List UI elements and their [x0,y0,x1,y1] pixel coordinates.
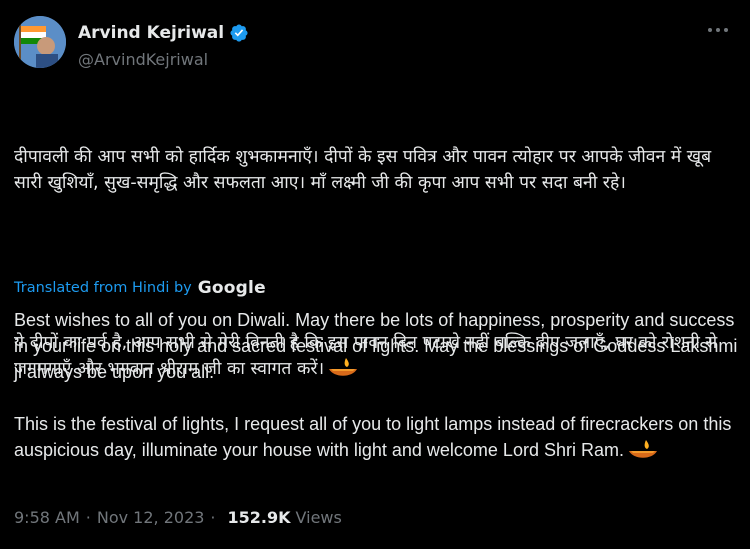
verified-badge-icon [230,24,248,42]
translated-paragraph-2-text: This is the festival of lights, I reques… [14,414,732,460]
tweet-header: Arvind Kejriwal @ArvindKejriwal [14,16,736,76]
author-display-name[interactable]: Arvind Kejriwal [78,23,224,43]
meta-separator: · [210,508,216,527]
author-handle[interactable]: @ArvindKejriwal [78,50,208,69]
translation-label[interactable]: Translated from Hindi by [14,280,192,296]
tweet-meta: 9:58 AM · Nov 12, 2023 · 152.9K Views [14,508,342,527]
avatar-image [14,16,66,68]
tweet-time[interactable]: 9:58 AM [14,508,80,527]
google-logo-text: Google [197,278,266,298]
diya-emoji [628,440,657,458]
meta-separator: · [85,508,91,527]
more-options-icon[interactable] [708,22,730,38]
translated-text: Best wishes to all of you on Diwali. May… [14,307,739,463]
translated-paragraph-2: This is the festival of lights, I reques… [14,411,739,463]
views-count: 152.9K [227,508,291,527]
views-label: Views [295,508,342,527]
translation-attribution[interactable]: Translated from Hindi by Google [14,278,266,298]
tweet-hindi-paragraph-1: दीपावली की आप सभी को हार्दिक शुभकामनाएँ।… [14,147,717,193]
tweet-date[interactable]: Nov 12, 2023 [97,508,205,527]
avatar[interactable] [14,16,66,68]
translated-paragraph-1: Best wishes to all of you on Diwali. May… [14,310,738,382]
